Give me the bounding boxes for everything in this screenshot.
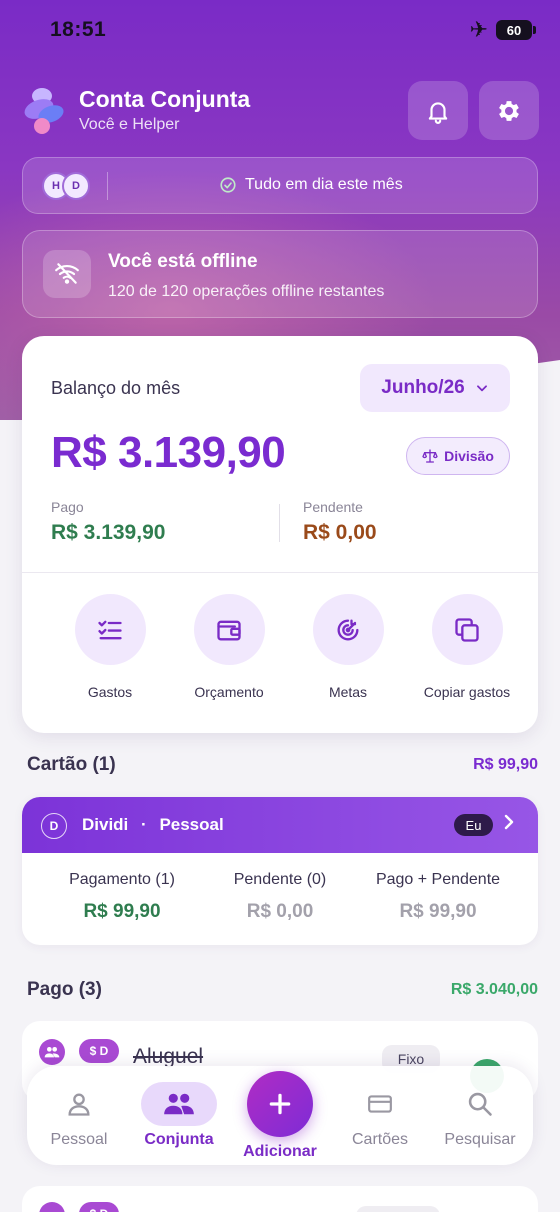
offline-banner: Você está offline 120 de 120 operações o… — [22, 230, 538, 318]
paid-section-total: R$ 3.040,00 — [450, 981, 538, 998]
divider — [107, 172, 108, 200]
tab-personal[interactable]: Pessoal — [29, 1066, 129, 1149]
scale-icon — [422, 449, 438, 463]
person-icon — [29, 1084, 129, 1124]
bell-icon — [428, 101, 448, 124]
tab-label: Pessoal — [50, 1131, 108, 1148]
pending-column: Pendente (0) R$ 0,00 — [194, 871, 366, 923]
group-icon — [129, 1084, 229, 1124]
credit-card-summary[interactable]: D Dividi · Pessoal Eu Pagamento (1) R$ 9… — [22, 797, 538, 945]
tab-cards[interactable]: Cartões — [330, 1066, 430, 1149]
owner-badge: Eu — [454, 814, 493, 836]
balance-label: Balanço do mês — [51, 378, 181, 398]
chevron-down-icon — [476, 385, 487, 392]
avatar: D — [62, 172, 90, 200]
app-logo — [21, 88, 66, 134]
cards-section-title: Cartão (1) — [27, 754, 116, 775]
airplane-mode-icon: ✈ — [469, 17, 488, 42]
offline-title: Você está offline — [108, 251, 258, 272]
separator: · — [141, 815, 147, 834]
payment-column: Pagamento (1) R$ 99,90 — [36, 871, 208, 923]
target-icon — [312, 594, 384, 665]
tab-label: Conjunta — [144, 1131, 214, 1148]
goals-action[interactable]: Metas — [288, 594, 408, 700]
search-icon — [430, 1084, 530, 1124]
column-value: R$ 99,90 — [399, 901, 477, 922]
list-item[interactable]: $ D — [22, 1186, 538, 1212]
offline-subtitle: 120 de 120 operações offline restantes — [108, 283, 385, 300]
column-value: R$ 99,90 — [83, 901, 161, 922]
credit-card-icon — [330, 1084, 430, 1124]
paid-value: R$ 3.139,90 — [51, 521, 166, 544]
copy-expenses-action[interactable]: Copiar gastos — [407, 594, 527, 700]
divider — [279, 504, 280, 542]
check-circle-icon — [220, 177, 236, 193]
cards-section-total: R$ 99,90 — [473, 756, 538, 773]
sync-status: Tudo em dia este mês — [219, 176, 403, 194]
copy-icon — [431, 594, 503, 665]
balance-value: R$ 3.139,90 — [51, 428, 286, 477]
action-label: Orçamento — [194, 684, 264, 700]
member-avatars: H D — [42, 172, 90, 200]
card-header[interactable]: D Dividi · Pessoal Eu — [22, 797, 538, 853]
tab-label: Cartões — [351, 1131, 409, 1148]
tag — [356, 1206, 440, 1212]
paid-label: Pago — [51, 499, 84, 515]
avatar: D — [41, 813, 67, 839]
status-indicators: ✈ 60 — [469, 17, 536, 42]
card-name: Dividi · Pessoal — [82, 815, 224, 835]
action-label: Metas — [328, 684, 368, 700]
sync-status-bar[interactable]: H D Tudo em dia este mês — [22, 157, 538, 214]
balance-card: Balanço do mês Junho/26 R$ 3.139,90 Divi… — [22, 336, 538, 733]
payer-badge: $ D — [79, 1039, 119, 1063]
plus-icon — [269, 1093, 291, 1115]
month-label: Junho/26 — [381, 377, 465, 398]
divider — [22, 572, 538, 573]
chevron-right-icon — [501, 811, 517, 839]
group-icon — [39, 1202, 65, 1212]
card-name-text: Dividi — [82, 815, 129, 834]
column-header: Pagamento (1) — [69, 871, 175, 888]
checklist-icon — [74, 594, 146, 665]
add-button[interactable] — [247, 1071, 313, 1137]
action-label: Gastos — [87, 684, 133, 700]
tab-joint[interactable]: Conjunta — [129, 1066, 229, 1149]
app-title: Conta Conjunta — [79, 86, 251, 112]
gear-icon — [499, 100, 519, 121]
pending-label: Pendente — [303, 499, 363, 515]
status-time: 18:51 — [50, 18, 107, 41]
total-column: Pago + Pendente R$ 99,90 — [352, 871, 524, 923]
column-header: Pago + Pendente — [375, 871, 501, 888]
expenses-action[interactable]: Gastos — [50, 594, 170, 700]
battery-icon: 60 — [496, 20, 536, 40]
wifi-off-icon — [43, 250, 91, 298]
notifications-button[interactable] — [408, 81, 468, 140]
wallet-icon — [193, 594, 265, 665]
sync-status-text: Tudo em dia este mês — [245, 176, 403, 193]
division-button[interactable]: Divisão — [406, 437, 510, 475]
division-label: Divisão — [444, 448, 494, 464]
add-button-label[interactable]: Adicionar — [230, 1143, 330, 1161]
column-value: R$ 0,00 — [246, 901, 314, 922]
tab-search[interactable]: Pesquisar — [430, 1066, 530, 1149]
budget-action[interactable]: Orçamento — [169, 594, 289, 700]
group-icon — [39, 1039, 65, 1065]
payer-badge: $ D — [79, 1202, 119, 1212]
card-type: Pessoal — [159, 815, 224, 834]
app-subtitle: Você e Helper — [79, 116, 180, 133]
month-selector[interactable]: Junho/26 — [360, 364, 510, 412]
column-header: Pendente (0) — [233, 871, 327, 888]
action-label: Copiar gastos — [423, 684, 511, 700]
settings-button[interactable] — [479, 81, 539, 140]
tab-label: Pesquisar — [444, 1131, 516, 1148]
paid-section-title: Pago (3) — [27, 979, 102, 1000]
pending-value: R$ 0,00 — [303, 521, 377, 544]
